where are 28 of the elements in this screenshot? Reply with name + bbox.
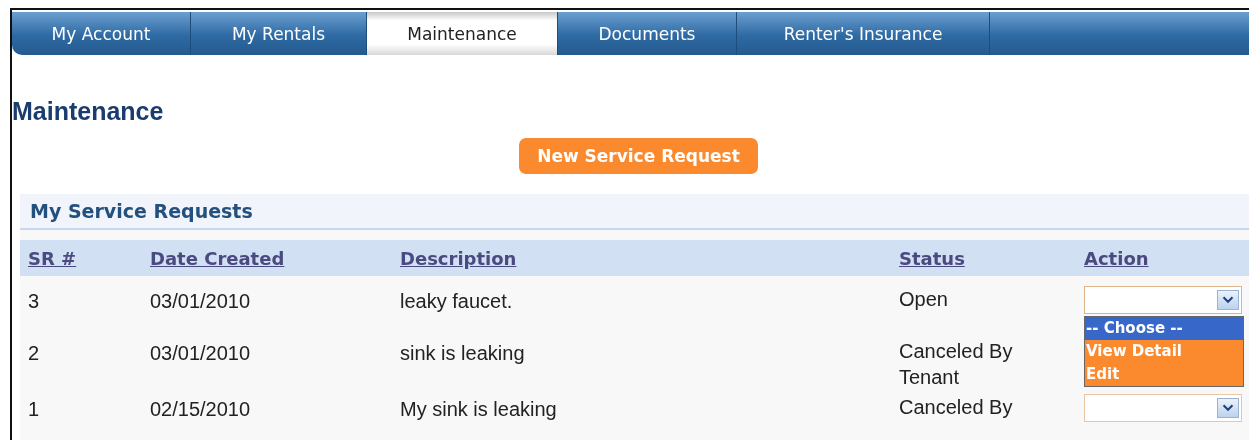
column-header[interactable]: SR # [28,247,77,269]
table-cell-text: 2 [28,341,40,366]
chevron-down-icon [1217,398,1239,418]
action-dropdown[interactable] [1084,394,1242,422]
column-header[interactable]: Description [400,247,517,269]
nav-tab[interactable]: Maintenance [367,12,558,55]
nav-tab[interactable]: Documents [558,12,737,55]
table-cell-text: 03/01/2010 [150,341,251,366]
table-cell-text: 1 [28,397,40,422]
table-cell-text: Open [899,287,949,312]
action-dropdown[interactable] [1084,286,1242,314]
dropdown-option[interactable]: -- Choose -- [1085,317,1243,340]
table-cell-text: 3 [28,289,40,314]
section-header: My Service Requests [20,194,1249,230]
nav-tab[interactable]: Renter's Insurance [737,12,990,55]
table-cell-text: 02/15/2010 [150,397,251,422]
column-header[interactable]: Action [1084,247,1149,269]
nav-tab[interactable]: My Account [12,12,191,55]
table-cell-text: My sink is leaking [400,397,557,422]
table-cell-text: leaky faucet. [400,289,513,314]
table-cell-text: Canceled By [899,395,1014,420]
table-cell-text: sink is leaking [400,341,525,366]
table-cell-text: 03/01/2010 [150,289,251,314]
column-header[interactable]: Date Created [150,247,285,269]
table-cell-text: Canceled By Tenant [899,339,1014,390]
column-header[interactable]: Status [899,247,965,269]
chevron-down-icon [1217,290,1239,310]
page-title: Maintenance [12,97,165,126]
